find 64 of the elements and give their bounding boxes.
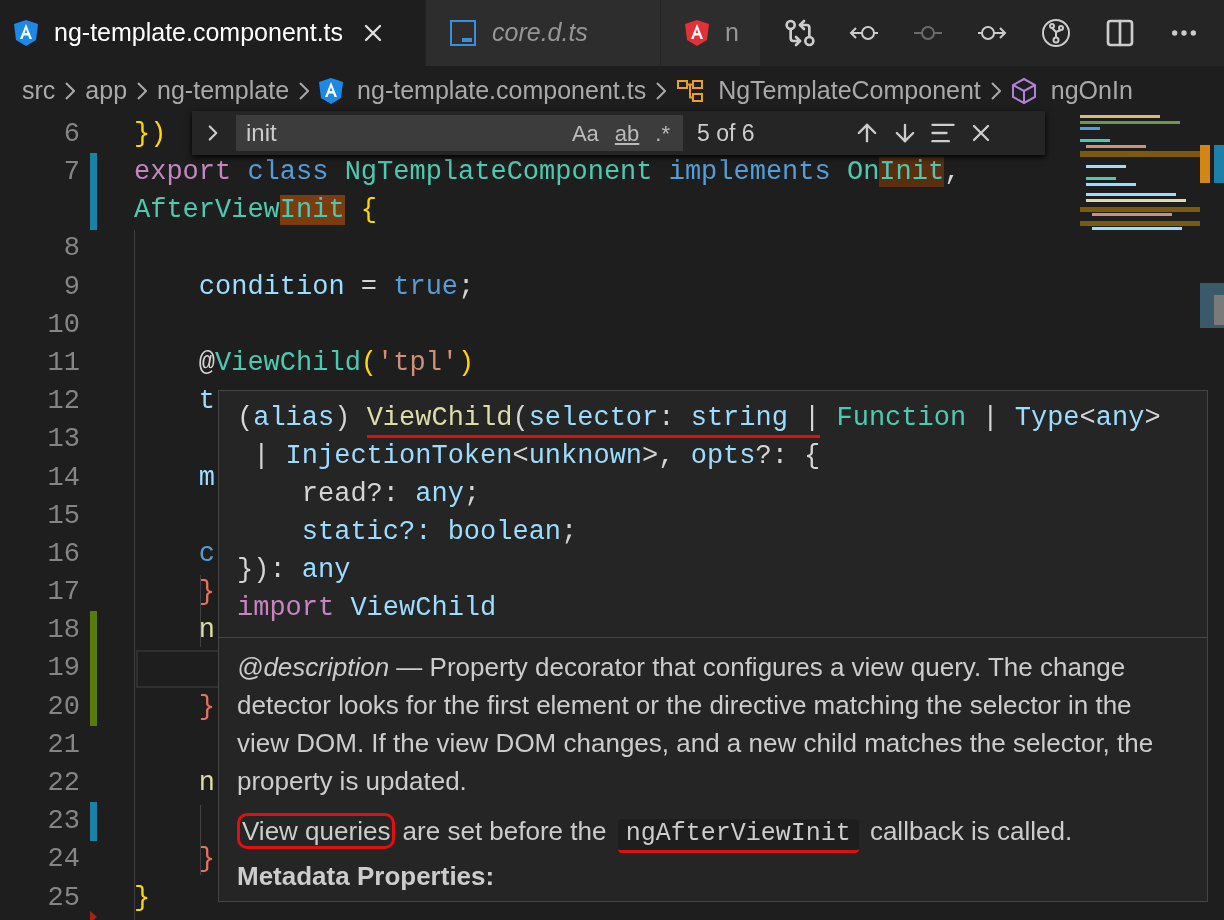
signature-line: static?: boolean;	[300, 516, 578, 549]
breadcrumb-item[interactable]: app	[85, 71, 128, 110]
line-number: 15	[46, 499, 80, 533]
code-line: c	[197, 537, 215, 571]
line-number: 25	[46, 881, 80, 915]
editor-tab[interactable]: n	[660, 0, 760, 66]
line-number: 11	[46, 346, 80, 380]
line-number: 8	[62, 232, 80, 266]
chevron-icon	[299, 81, 310, 100]
chevron-icon	[65, 81, 76, 100]
code-line: n	[197, 614, 215, 648]
line-number: 6	[62, 117, 80, 151]
chevron-icon	[990, 81, 1001, 100]
code-line: })	[134, 117, 167, 151]
code-line: }	[197, 843, 215, 877]
line-number: 13	[46, 423, 80, 457]
breadcrumb-item[interactable]: ngOnIn	[1050, 71, 1133, 110]
signature-line: | InjectionToken<unknown>, opts?: {	[252, 440, 821, 473]
breadcrumb-item[interactable]: ng-template	[157, 71, 290, 110]
breadcrumb-item[interactable]: ng-template.component.ts	[357, 71, 647, 110]
line-number: 9	[62, 270, 80, 304]
code-line: export class NgTemplateComponent implements OnInit,	[134, 156, 961, 190]
description-text: @description — Property decorator that configures a view query. The change detector looks for the first element or the directive matching the selector in the view DOM. If the view DOM changes, and a new child matches the selector, the property is updated.	[237, 651, 1155, 798]
signature-line: read?: any;	[300, 478, 481, 511]
line-number: 14	[46, 461, 80, 495]
chevron-icon	[137, 81, 148, 100]
breadcrumb-item[interactable]: src	[22, 71, 56, 110]
search-option-toggle[interactable]: .*	[652, 116, 673, 150]
line-number: 18	[46, 614, 80, 648]
note-text: View queries are set before the ngAfterViewInit callback is called.	[237, 812, 1189, 853]
code-line: @ViewChild('tpl')	[197, 346, 475, 380]
line-number: 12	[46, 385, 80, 419]
search-option-toggle[interactable]: ab	[611, 116, 643, 150]
section-heading: Metadata Properties:	[237, 860, 495, 893]
match-count: 5 of 6	[696, 118, 756, 148]
signature-line: import ViewChild	[237, 592, 497, 625]
line-number: 22	[46, 767, 80, 801]
signature-line: (alias) ViewChild(selector: string | Function | Type<any>	[237, 399, 1161, 437]
line-number: 17	[46, 576, 80, 610]
line-number: 7	[62, 156, 80, 190]
branch-circle-icon[interactable]	[1040, 17, 1072, 49]
editor-tab[interactable]: core.d.ts	[425, 0, 660, 66]
line-number: 10	[46, 308, 80, 342]
code-line: }	[197, 576, 215, 610]
line-number: 19	[46, 652, 80, 686]
compare-changes-icon[interactable]	[784, 17, 816, 49]
find-field[interactable]: init Aa ab .*	[236, 115, 683, 151]
split-editor-icon[interactable]	[1104, 17, 1136, 49]
editor-tab[interactable]: ng-template.component.ts	[0, 0, 425, 66]
code-line: n	[197, 767, 215, 801]
line-number: 20	[46, 690, 80, 724]
search-option-toggle[interactable]: Aa	[568, 116, 602, 150]
line-number: 24	[46, 843, 80, 877]
code-line: }	[134, 881, 151, 915]
code-line: t	[197, 385, 215, 419]
breadcrumb-item[interactable]: NgTemplateComponent	[718, 71, 981, 110]
line-number: 21	[46, 728, 80, 762]
code-line: m	[197, 461, 215, 495]
line-number: 16	[46, 537, 80, 571]
line-number: 23	[46, 805, 80, 839]
code-line: }	[197, 690, 215, 724]
code-line: condition = true;	[197, 270, 475, 304]
signature-line: }): any	[237, 554, 351, 587]
chevron-icon	[656, 81, 667, 100]
